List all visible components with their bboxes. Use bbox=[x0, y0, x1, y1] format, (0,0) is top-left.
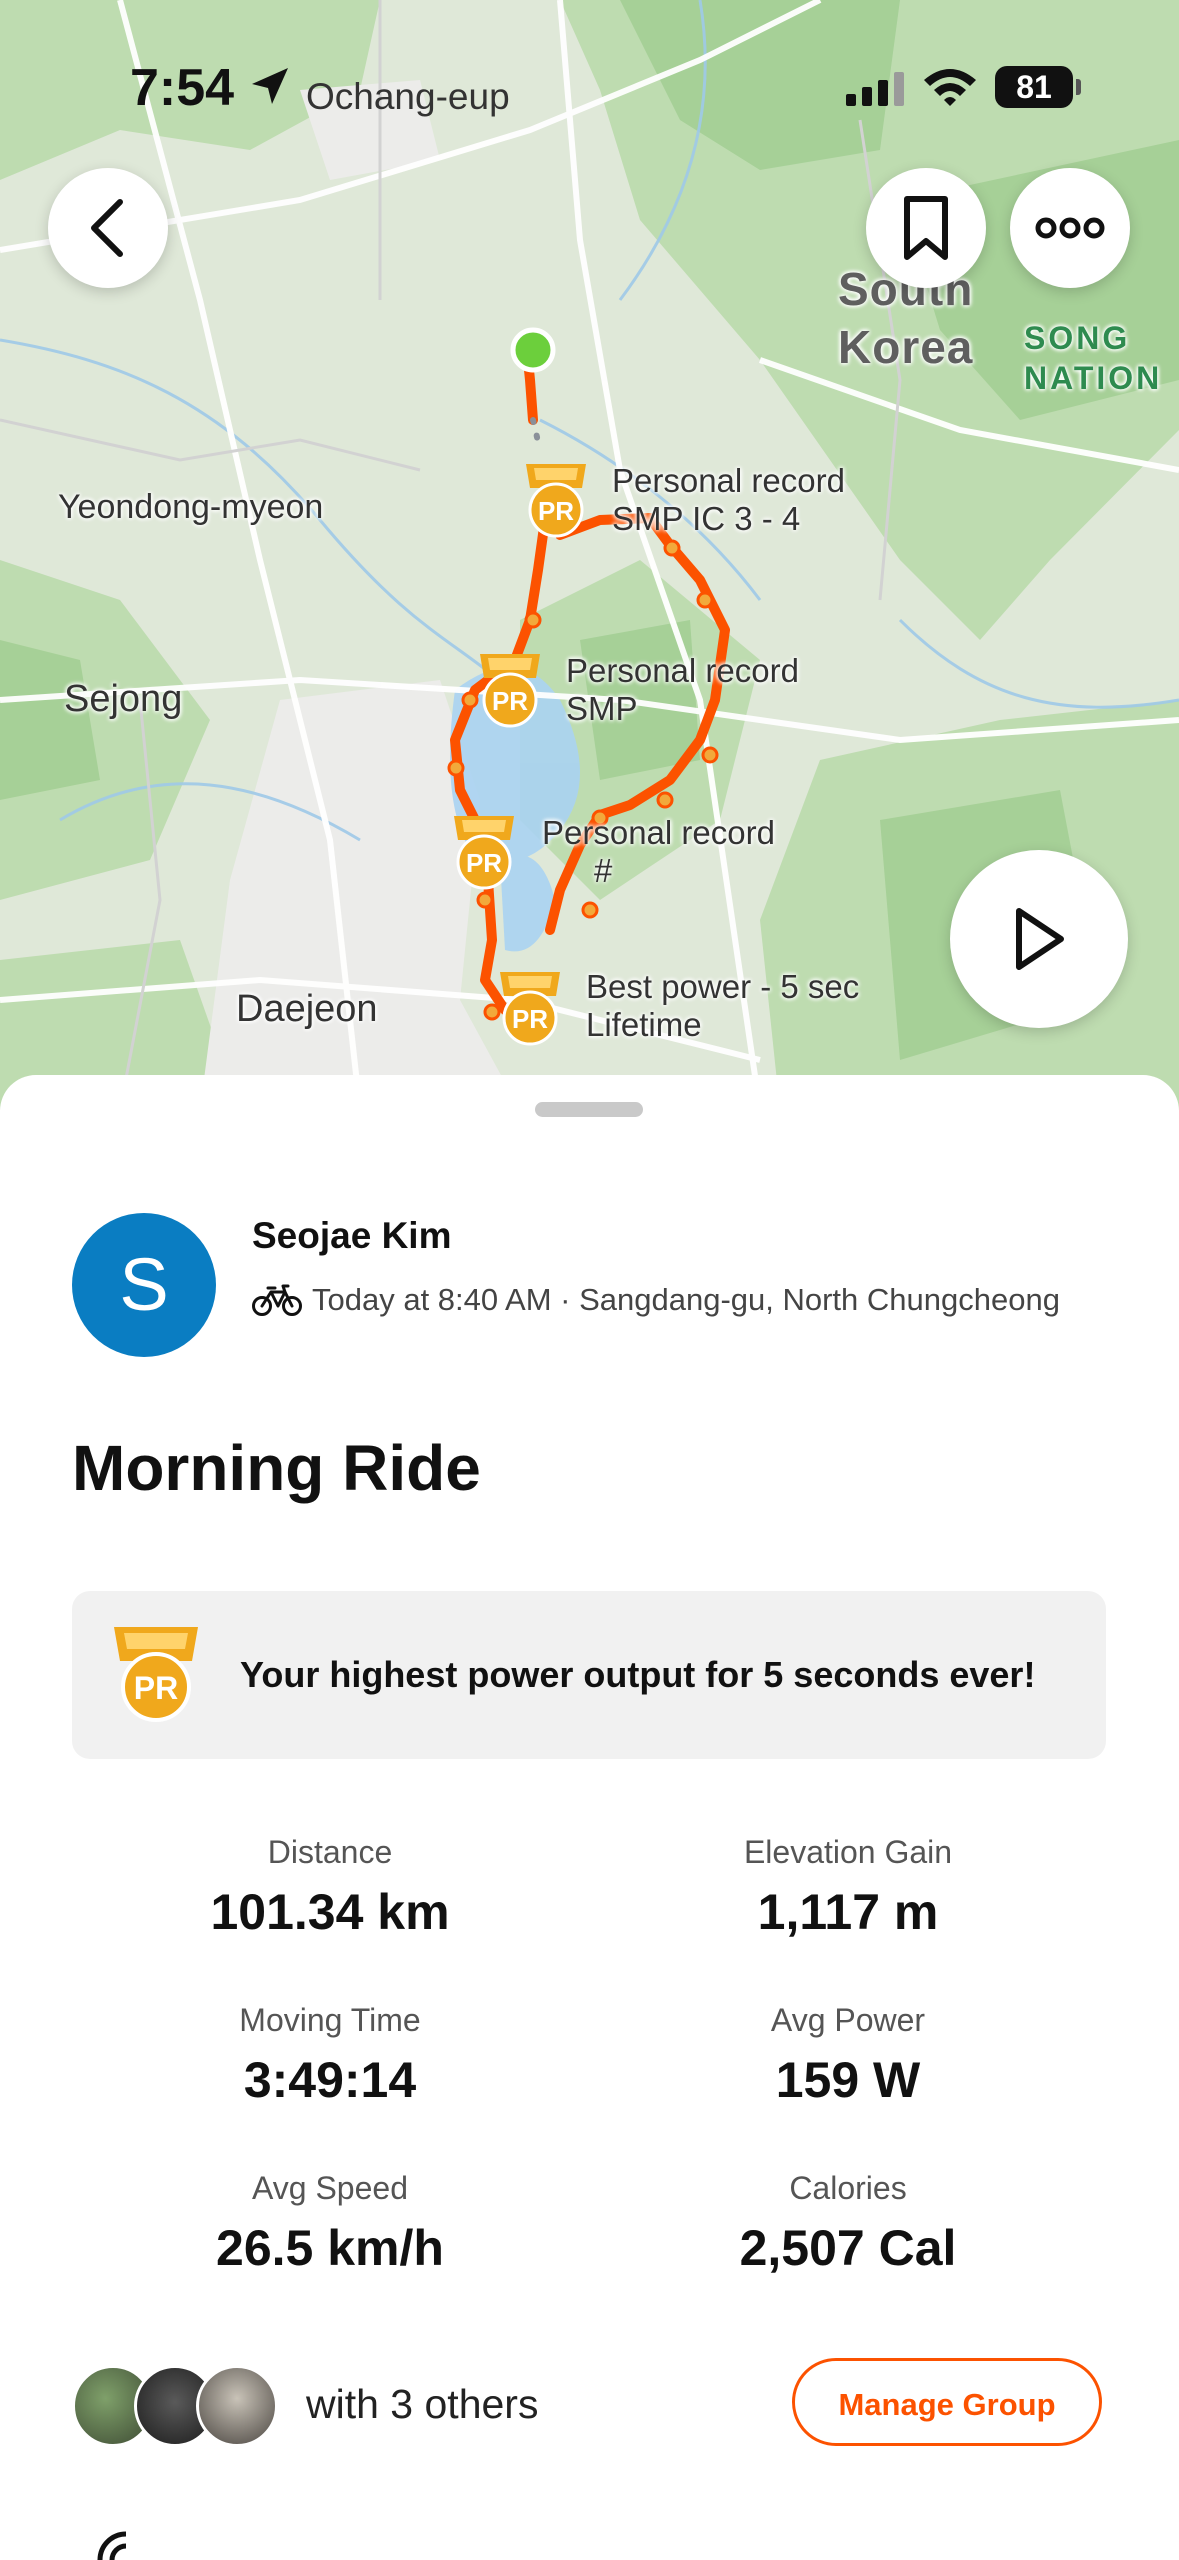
status-time: 7:54 bbox=[130, 59, 235, 117]
stat-distance: Distance 101.34 km bbox=[70, 1834, 590, 1941]
map-label-daejeon: Daejeon bbox=[236, 988, 378, 1030]
map-label-nation-fragment: SONG NATION bbox=[1024, 320, 1163, 396]
pr-callout-3-title: Personal record bbox=[542, 814, 775, 851]
stat-calories: Calories 2,507 Cal bbox=[588, 2170, 1108, 2277]
achievement-text: Your highest power output for 5 seconds … bbox=[240, 1654, 1036, 1695]
stat-moving-time: Moving Time 3:49:14 bbox=[70, 2002, 590, 2109]
more-options-button[interactable] bbox=[1010, 168, 1130, 288]
stat-avg-speed: Avg Speed 26.5 km/h bbox=[70, 2170, 590, 2277]
stat-label: Moving Time bbox=[239, 2002, 421, 2038]
back-button[interactable] bbox=[48, 168, 168, 288]
map-label-yeondong: Yeondong-myeon bbox=[58, 488, 324, 526]
sheet-drag-handle[interactable] bbox=[535, 1102, 643, 1117]
activity-meta-text: Today at 8:40 AM · Sangdang-gu, North Ch… bbox=[312, 1282, 1060, 1317]
stat-label: Elevation Gain bbox=[743, 1834, 953, 1870]
stat-elevation-gain: Elevation Gain 1,117 m bbox=[588, 1834, 1108, 1941]
pr-callout-3: Personal record # bbox=[542, 814, 775, 890]
stat-value: 26.5 km/h bbox=[216, 2220, 444, 2276]
group-avatars[interactable] bbox=[72, 2365, 278, 2447]
group-member-avatar bbox=[196, 2365, 278, 2447]
map-label-sejong: Sejong bbox=[64, 678, 183, 720]
stat-label: Avg Power bbox=[770, 2002, 926, 2038]
pr-callout-2-title: Personal record bbox=[566, 652, 799, 689]
pr-marker-4[interactable]: PR bbox=[494, 968, 566, 1048]
svg-text:PR: PR bbox=[492, 686, 528, 716]
achievement-banner[interactable]: PR Your highest power output for 5 secon… bbox=[72, 1591, 1106, 1759]
activity-sheet[interactable]: S Seojae Kim Today at 8:40 AM · Sangdang… bbox=[0, 1075, 1179, 2560]
play-icon bbox=[1016, 908, 1064, 970]
location-arrow-icon bbox=[252, 68, 288, 104]
pr-callout-1: Personal record SMP IC 3 - 4 bbox=[612, 462, 845, 538]
pr-callout-4: Best power - 5 sec Lifetime bbox=[586, 968, 859, 1044]
pr-callout-2-subtitle: SMP bbox=[566, 690, 638, 727]
svg-text:PR: PR bbox=[512, 1004, 548, 1034]
svg-text:PR: PR bbox=[134, 1670, 178, 1706]
bookmark-icon bbox=[904, 196, 948, 260]
bike-icon bbox=[252, 1284, 302, 1316]
pr-callout-3-subtitle: # bbox=[594, 852, 613, 889]
cellular-signal-icon bbox=[846, 72, 904, 106]
stat-value: 1,117 m bbox=[757, 1884, 939, 1940]
stat-value: 101.34 km bbox=[210, 1884, 450, 1940]
pr-marker-1[interactable]: PR bbox=[520, 460, 592, 540]
group-summary[interactable]: with 3 others bbox=[306, 2381, 538, 2428]
stat-value: 2,507 Cal bbox=[739, 2220, 957, 2276]
stat-label: Distance bbox=[267, 1834, 393, 1870]
svg-text:PR: PR bbox=[466, 848, 502, 878]
pr-medal-icon: PR bbox=[114, 1627, 198, 1722]
pr-callout-2: Personal record SMP bbox=[566, 652, 799, 728]
status-location: Ochang-eup bbox=[306, 76, 510, 117]
athlete-avatar[interactable]: S bbox=[72, 1213, 216, 1357]
activity-meta: Today at 8:40 AM · Sangdang-gu, North Ch… bbox=[252, 1282, 1060, 1318]
route-map[interactable]: South Korea SONG NATION Yeondong-myeon Sej… bbox=[0, 0, 1179, 1110]
athlete-name[interactable]: Seojae Kim bbox=[252, 1215, 451, 1257]
pr-callout-4-subtitle: Lifetime bbox=[586, 1006, 702, 1043]
manage-group-button[interactable]: Manage Group bbox=[792, 2358, 1102, 2446]
pr-callout-4-title: Best power - 5 sec bbox=[586, 968, 860, 1005]
pr-marker-3[interactable]: PR bbox=[448, 812, 520, 892]
stat-value: 3:49:14 bbox=[243, 2052, 417, 2108]
more-icon bbox=[1035, 217, 1105, 239]
save-route-button[interactable] bbox=[866, 168, 986, 288]
stat-value: 159 W bbox=[775, 2052, 921, 2108]
flyover-play-button[interactable] bbox=[950, 850, 1128, 1028]
stat-avg-power: Avg Power 159 W bbox=[588, 2002, 1108, 2109]
status-bar: 7:54 Ochang-eup 81 bbox=[0, 0, 1179, 170]
stat-label: Avg Speed bbox=[252, 2170, 408, 2206]
chevron-left-icon bbox=[91, 199, 123, 257]
pr-callout-1-title: Personal record bbox=[612, 462, 845, 499]
svg-text:PR: PR bbox=[538, 496, 574, 526]
activity-title: Morning Ride bbox=[72, 1432, 481, 1504]
pr-marker-2[interactable]: PR bbox=[474, 650, 546, 730]
stat-label: Calories bbox=[789, 2170, 907, 2206]
battery-indicator: 81 bbox=[995, 66, 1081, 108]
wifi-icon bbox=[924, 69, 976, 106]
pr-callout-1-subtitle: SMP IC 3 - 4 bbox=[612, 500, 801, 537]
